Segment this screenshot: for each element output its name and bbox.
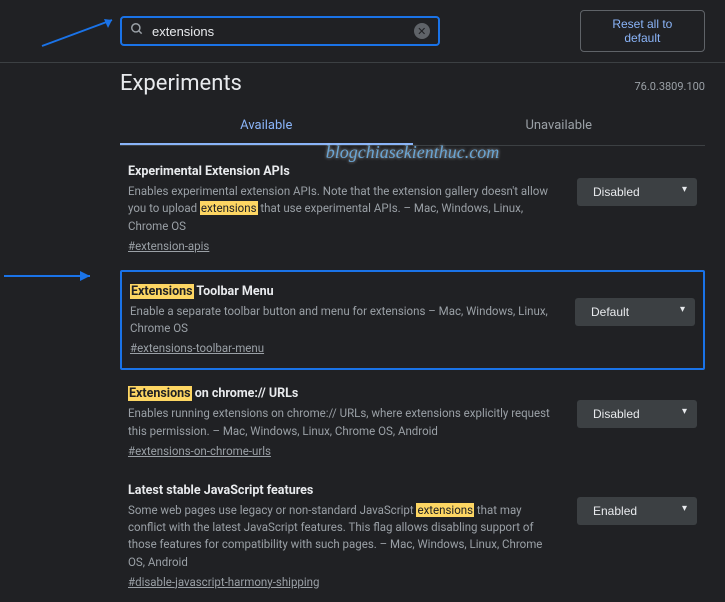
flag-description: Some web pages use legacy or non-standar…	[128, 502, 561, 571]
flag-description: Enables running extensions on chrome:// …	[128, 405, 561, 440]
flag-select[interactable]: Disabled	[577, 178, 697, 206]
search-icon	[130, 22, 144, 40]
main-content: Experiments 76.0.3809.100 Available Unav…	[0, 63, 725, 602]
search-input[interactable]	[152, 24, 414, 39]
page-title: Experiments	[120, 71, 242, 96]
tab-available[interactable]: Available	[120, 108, 413, 145]
flag-select[interactable]: Disabled	[577, 400, 697, 428]
flag-select[interactable]: Enabled	[577, 497, 697, 525]
flag-title: Extensions Toolbar Menu	[130, 284, 559, 299]
flag-row-highlighted: Extensions Toolbar Menu Enable a separat…	[120, 270, 705, 371]
flag-title: Latest stable JavaScript features	[128, 483, 561, 498]
flag-hash-link[interactable]: #extensions-toolbar-menu	[130, 341, 264, 355]
search-box[interactable]: ✕	[120, 16, 440, 46]
flag-select[interactable]: Default	[575, 298, 695, 326]
flag-hash-link[interactable]: #extensions-on-chrome-urls	[128, 444, 271, 458]
version-label: 76.0.3809.100	[634, 80, 705, 93]
flag-description: Enables experimental extension APIs. Not…	[128, 183, 561, 235]
annotation-arrow-search	[34, 18, 119, 48]
flag-description: Enable a separate toolbar button and men…	[130, 303, 559, 338]
annotation-arrow-flag	[0, 254, 98, 284]
flag-row: Experimental Extension APIs Enables expe…	[120, 152, 705, 266]
reset-all-button[interactable]: Reset all to default	[580, 10, 705, 52]
flag-title: Extensions on chrome:// URLs	[128, 386, 561, 401]
flag-hash-link[interactable]: #disable-javascript-harmony-shipping	[128, 575, 319, 589]
tabs: Available Unavailable blogchiasekienthuc…	[120, 108, 705, 146]
flag-hash-link[interactable]: #extension-apis	[128, 239, 209, 253]
tab-unavailable[interactable]: Unavailable	[413, 108, 706, 145]
clear-search-icon[interactable]: ✕	[414, 23, 430, 39]
flag-title: Experimental Extension APIs	[128, 164, 561, 179]
flag-row: Latest stable JavaScript features Some w…	[120, 471, 705, 602]
flag-row: Extensions on chrome:// URLs Enables run…	[120, 374, 705, 471]
